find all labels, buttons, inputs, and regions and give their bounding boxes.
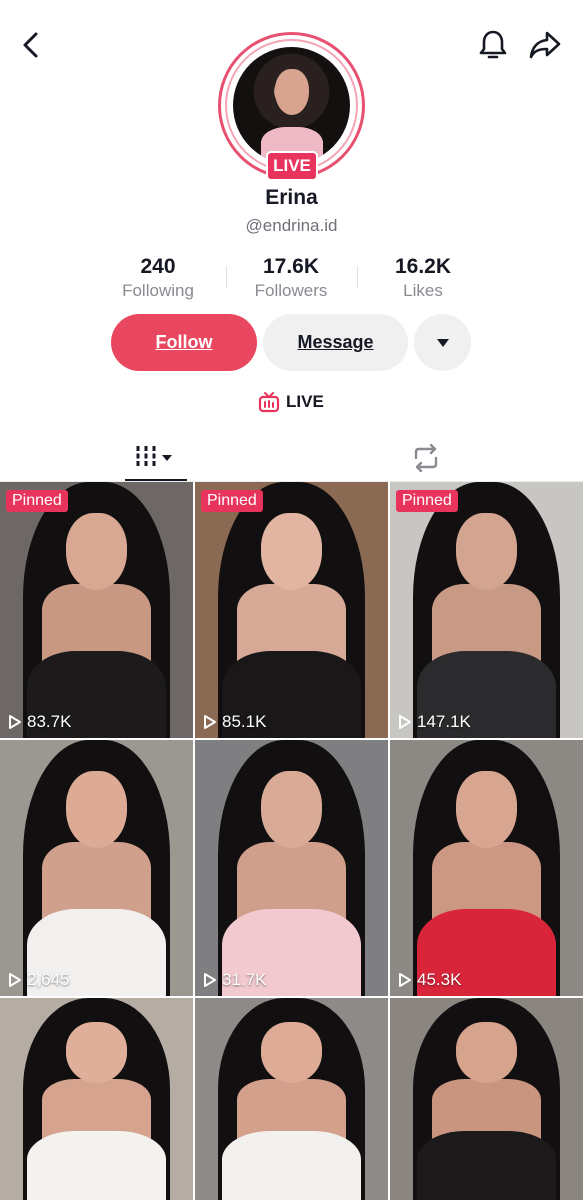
play-outline-icon (399, 715, 411, 729)
play-outline-icon (9, 973, 21, 987)
stat-likes-label: Likes (403, 281, 443, 300)
view-count: 2,645 (8, 970, 70, 990)
pinned-badge: Pinned (396, 490, 458, 512)
pinned-badge: Pinned (6, 490, 68, 512)
stat-following[interactable]: 240 Following (98, 255, 218, 301)
share-button[interactable] (526, 26, 564, 64)
notifications-button[interactable] (474, 26, 512, 64)
grid-bars-icon (136, 446, 172, 468)
caret-down-icon (436, 338, 449, 347)
live-link-label: LIVE (286, 392, 324, 411)
view-count-label: 45.3K (417, 970, 462, 989)
tab-reposts[interactable] (406, 438, 446, 478)
video-thumbnail[interactable] (390, 998, 583, 1200)
bell-icon (479, 30, 507, 59)
view-count-label: 2,645 (27, 970, 70, 989)
view-count: 85.1K (203, 712, 266, 732)
view-count: 83.7K (8, 712, 71, 732)
play-outline-icon (9, 715, 21, 729)
tv-live-icon (258, 392, 280, 413)
video-thumbnail[interactable] (195, 998, 388, 1200)
video-thumbnail[interactable] (0, 998, 193, 1200)
tab-videos[interactable] (125, 432, 187, 482)
share-arrow-icon (529, 31, 561, 59)
message-button[interactable]: Message (263, 314, 408, 371)
play-outline-icon (399, 973, 411, 987)
profile-handle: @endrina.id (245, 216, 338, 235)
stat-divider (357, 266, 358, 288)
stat-followers-label: Followers (254, 281, 328, 300)
stat-followers[interactable]: 17.6K Followers (231, 255, 351, 301)
video-thumbnail[interactable]: 2,645 (0, 740, 193, 996)
live-link[interactable]: LIVE (258, 390, 324, 414)
stat-following-value: 240 (140, 255, 176, 278)
follow-button[interactable]: Follow (111, 314, 257, 371)
view-count-label: 147.1K (417, 712, 471, 731)
video-thumbnail[interactable]: Pinned 147.1K (390, 482, 583, 738)
video-grid: Pinned 83.7K Pinned 85.1K Pinned 147.1K (0, 482, 583, 1200)
view-count: 147.1K (398, 712, 471, 732)
stat-following-label: Following (122, 281, 194, 300)
stat-divider (226, 266, 227, 288)
avatar (233, 47, 350, 164)
profile-name: Erina (265, 186, 318, 209)
chevron-left-icon (23, 32, 38, 58)
video-thumbnail[interactable]: Pinned 85.1K (195, 482, 388, 738)
more-options-button[interactable] (414, 314, 471, 371)
active-tab-indicator (125, 479, 187, 481)
repost-icon (414, 444, 438, 472)
profile-tabs (0, 432, 583, 482)
play-outline-icon (204, 715, 216, 729)
back-button[interactable] (14, 28, 48, 62)
view-count: 45.3K (398, 970, 461, 990)
video-thumbnail[interactable]: 31.7K (195, 740, 388, 996)
stat-likes[interactable]: 16.2K Likes (363, 255, 483, 301)
play-outline-icon (204, 973, 216, 987)
view-count: 31.7K (203, 970, 266, 990)
stat-likes-value: 16.2K (394, 255, 452, 278)
pinned-badge: Pinned (201, 490, 263, 512)
video-thumbnail[interactable]: Pinned 83.7K (0, 482, 193, 738)
video-thumbnail[interactable]: 45.3K (390, 740, 583, 996)
live-badge[interactable]: LIVE (266, 151, 318, 181)
view-count-label: 83.7K (27, 712, 72, 731)
stat-followers-value: 17.6K (262, 255, 320, 278)
view-count-label: 85.1K (222, 712, 267, 731)
view-count-label: 31.7K (222, 970, 267, 989)
